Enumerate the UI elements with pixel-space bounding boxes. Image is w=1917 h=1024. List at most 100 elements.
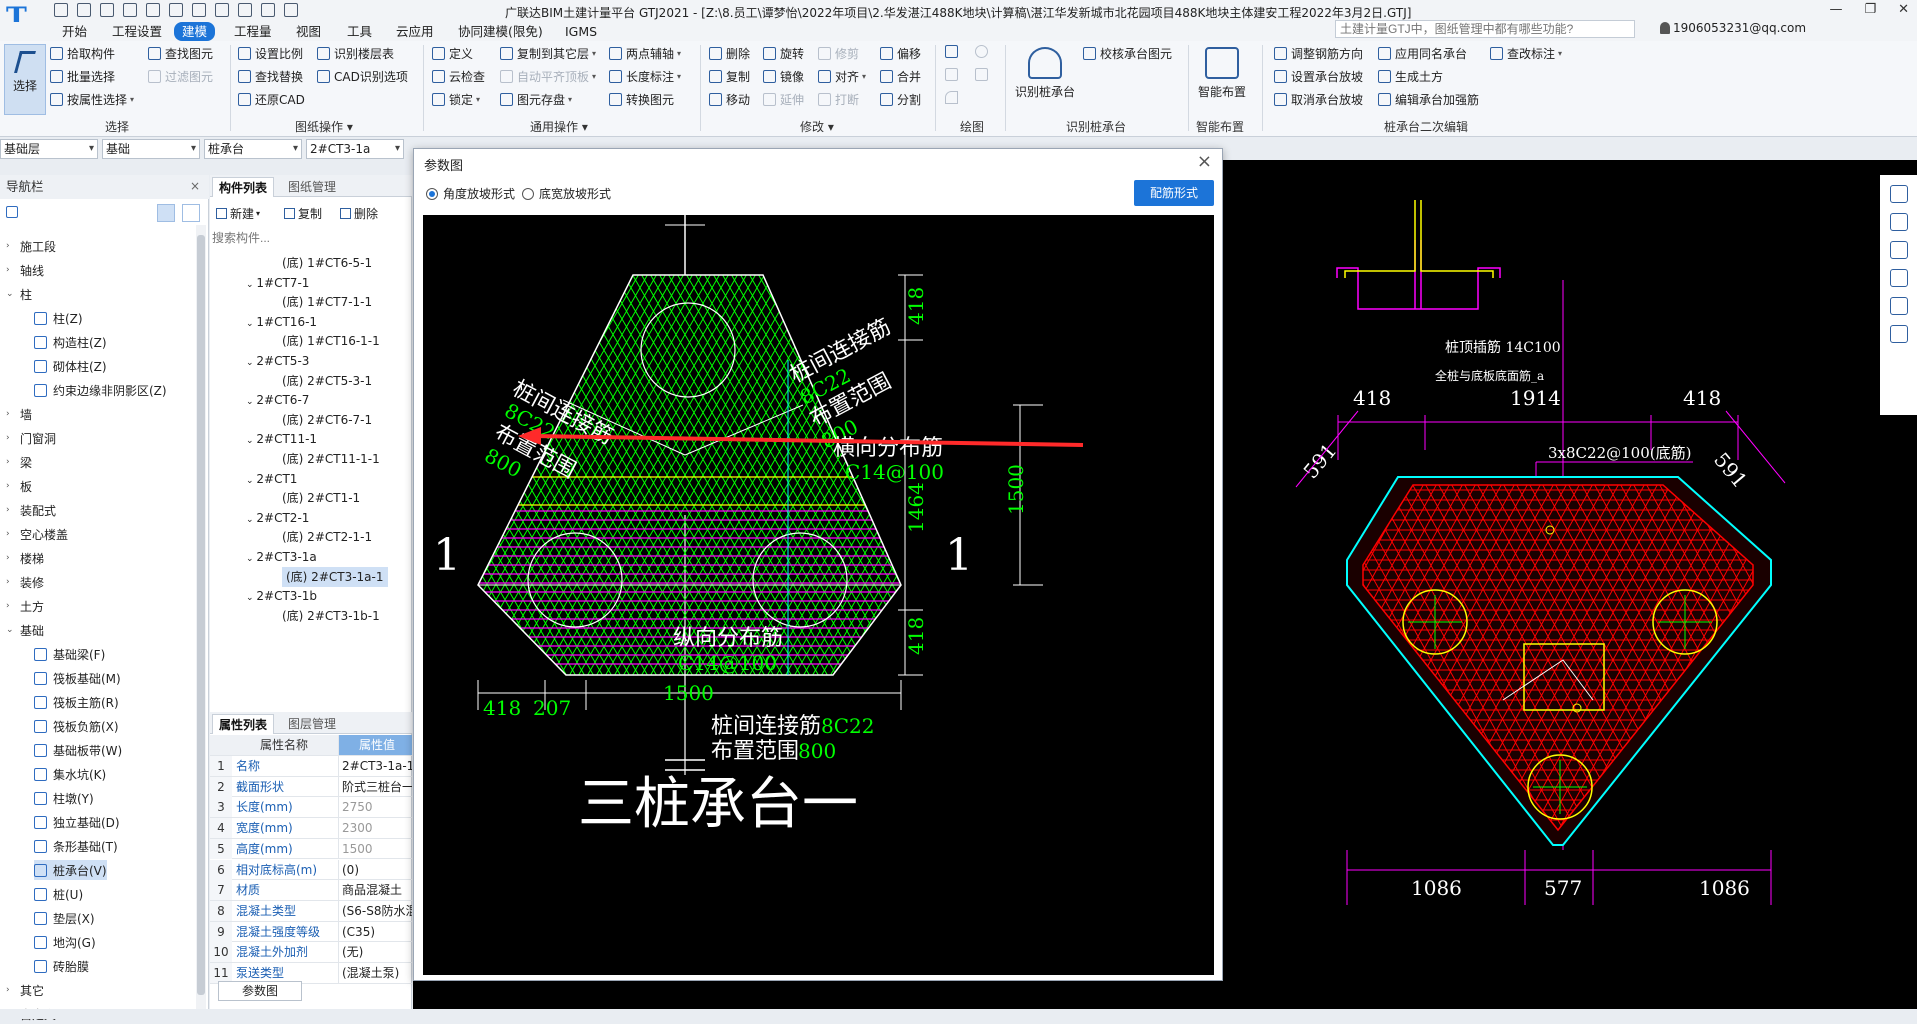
- tab-drawing-management[interactable]: 图纸管理: [282, 177, 342, 197]
- tab-project-settings[interactable]: 工程设置: [112, 22, 162, 41]
- chevron-down-icon[interactable]: ⌄: [246, 280, 256, 290]
- chevron-down-icon[interactable]: ⌄: [246, 515, 256, 525]
- nav-item[interactable]: › 楼梯: [6, 548, 44, 568]
- find-replace-button[interactable]: 查找替换: [238, 68, 303, 85]
- nav-scrollbar-thumb[interactable]: [197, 235, 205, 995]
- component-group[interactable]: ⌄ 2#CT3-1b: [246, 586, 317, 606]
- component-item[interactable]: (底) 2#CT2-1-1: [282, 527, 372, 547]
- copy-component-button[interactable]: 复制: [284, 205, 322, 222]
- user-account[interactable]: 1906053231@qq.com: [1660, 21, 1806, 35]
- expand-toggle-icon[interactable]: ›: [6, 505, 16, 515]
- property-row[interactable]: 8 混凝土类型 (S6-S8防水混: [210, 900, 412, 922]
- tab-tools[interactable]: 工具: [347, 22, 372, 41]
- adjust-rebar-direction-button[interactable]: 调整钢筋方向: [1274, 45, 1363, 62]
- delete-button[interactable]: 删除: [709, 45, 750, 62]
- component-item[interactable]: (底) 1#CT6-5-1: [282, 253, 372, 273]
- break-button[interactable]: 打断: [818, 91, 859, 108]
- lock-button[interactable]: 锁定 ▾: [432, 91, 480, 108]
- layers-icon[interactable]: [238, 3, 252, 17]
- cloud-icon[interactable]: [284, 3, 298, 17]
- orbit-icon[interactable]: [1889, 297, 1908, 315]
- property-value[interactable]: (S6-S8防水混: [338, 900, 412, 921]
- property-row[interactable]: 1 名称 2#CT3-1a-1: [210, 756, 412, 777]
- expand-toggle-icon[interactable]: ›: [6, 241, 16, 251]
- smart-layout-button[interactable]: 智能布置: [1192, 47, 1252, 100]
- select-button[interactable]: 选择: [4, 44, 46, 115]
- delete-component-button[interactable]: 删除: [340, 205, 378, 222]
- draw-circle-button[interactable]: [975, 45, 992, 58]
- save-icon[interactable]: [100, 3, 114, 17]
- component-item[interactable]: (底) 2#CT3-1a-1: [282, 566, 388, 587]
- split-button[interactable]: 分割: [880, 91, 921, 108]
- property-row[interactable]: 7 材质 商品混凝土: [210, 880, 412, 901]
- nav-item[interactable]: 桩承台(V): [34, 860, 107, 880]
- mirror-button[interactable]: 镜像: [763, 68, 804, 85]
- new-component-button[interactable]: 新建 ▾: [216, 205, 260, 222]
- new-file-icon[interactable]: [54, 3, 68, 17]
- save-element-button[interactable]: 图元存盘 ▾: [500, 91, 572, 108]
- pick-component-button[interactable]: 拾取构件: [50, 45, 115, 62]
- expand-toggle-icon[interactable]: ›: [6, 457, 16, 467]
- convert-element-button[interactable]: 转换图元: [609, 91, 674, 108]
- nav-item[interactable]: 柱墩(Y): [34, 788, 94, 808]
- nav-item[interactable]: ⌄ 基础: [6, 620, 44, 640]
- component-group[interactable]: ⌄ 2#CT6-7: [246, 390, 309, 410]
- property-row[interactable]: 6 相对底标高(m) (0): [210, 859, 412, 881]
- nav-item[interactable]: › 梁: [6, 452, 32, 472]
- expand-toggle-icon[interactable]: ⌄: [6, 289, 16, 299]
- copy-to-floor-button[interactable]: 复制到其它层 ▾: [500, 45, 596, 62]
- nav-item[interactable]: 构造柱(Z): [34, 332, 107, 352]
- param-diagram-tab[interactable]: 参数图: [218, 981, 302, 1001]
- recognize-pile-cap-button[interactable]: 识别桩承台: [1012, 47, 1078, 100]
- tab-quantities[interactable]: 工程量: [234, 22, 272, 41]
- redo-icon[interactable]: [146, 3, 160, 17]
- expand-toggle-icon[interactable]: ⌄: [6, 625, 16, 635]
- offset-button[interactable]: 偏移: [880, 45, 921, 62]
- nav-item[interactable]: › 施工段: [6, 236, 56, 256]
- tab-modeling[interactable]: 建模: [174, 22, 216, 41]
- set-scale-button[interactable]: 设置比例: [238, 45, 303, 62]
- nav-close-icon[interactable]: ×: [190, 179, 200, 193]
- chevron-down-icon[interactable]: ⌄: [246, 554, 256, 564]
- component-group[interactable]: ⌄ 2#CT11-1: [246, 429, 317, 449]
- select-by-attr-button[interactable]: 按属性选择 ▾: [50, 91, 134, 108]
- nav-item[interactable]: 集水坑(K): [34, 764, 106, 784]
- nav-item[interactable]: 约束边缘非阴影区(Z): [34, 380, 167, 400]
- component-group[interactable]: ⌄ 2#CT5-3: [246, 351, 309, 371]
- restore-cad-button[interactable]: 还原CAD: [238, 91, 305, 108]
- nav-item[interactable]: › 板: [6, 476, 32, 496]
- rotate-button[interactable]: 旋转: [763, 45, 804, 62]
- property-row[interactable]: 5 高度(mm) 1500: [210, 838, 412, 860]
- extend-button[interactable]: 延伸: [763, 91, 804, 108]
- property-value[interactable]: 商品混凝土: [338, 880, 412, 901]
- nav-item[interactable]: 柱(Z): [34, 308, 83, 328]
- chevron-down-icon[interactable]: ⌄: [246, 593, 256, 603]
- component-group[interactable]: ⌄ 2#CT1: [246, 469, 297, 489]
- reinforcement-form-button[interactable]: 配筋形式: [1134, 180, 1214, 206]
- detail-view-icon[interactable]: [182, 204, 200, 222]
- recognize-floor-table-button[interactable]: 识别楼层表: [317, 45, 394, 62]
- nav-item[interactable]: 砌体柱(Z): [34, 356, 107, 376]
- nav-item[interactable]: 桩(U): [34, 884, 83, 904]
- nav-item[interactable]: 独立基础(D): [34, 812, 120, 832]
- category-select[interactable]: 基础: [102, 139, 200, 159]
- nav-item[interactable]: › 装配式: [6, 500, 56, 520]
- property-row[interactable]: 2 截面形状 阶式三桩台一: [210, 776, 412, 798]
- expand-toggle-icon[interactable]: ›: [6, 265, 16, 275]
- close-icon[interactable]: ✕: [1898, 2, 1909, 17]
- query-annotation-button[interactable]: 查改标注 ▾: [1490, 45, 1562, 62]
- tab-igms[interactable]: IGMS: [565, 22, 597, 41]
- expand-toggle-icon[interactable]: ›: [6, 985, 16, 995]
- property-value[interactable]: (无): [338, 942, 412, 963]
- chevron-down-icon[interactable]: ⌄: [246, 436, 256, 446]
- expand-toggle-icon[interactable]: ›: [6, 433, 16, 443]
- edit-reinforcement-button[interactable]: 编辑承台加强筋: [1378, 91, 1479, 108]
- view-3d-icon[interactable]: [1889, 185, 1908, 203]
- property-value[interactable]: (0): [338, 859, 412, 880]
- define-button[interactable]: 定义: [432, 45, 473, 62]
- report-view-icon[interactable]: [1889, 325, 1908, 343]
- draw-point-button[interactable]: [945, 45, 962, 58]
- nav-item[interactable]: › 土方: [6, 596, 44, 616]
- component-item[interactable]: (底) 2#CT5-3-1: [282, 371, 372, 391]
- tab-collab[interactable]: 协同建模(限免): [458, 22, 543, 41]
